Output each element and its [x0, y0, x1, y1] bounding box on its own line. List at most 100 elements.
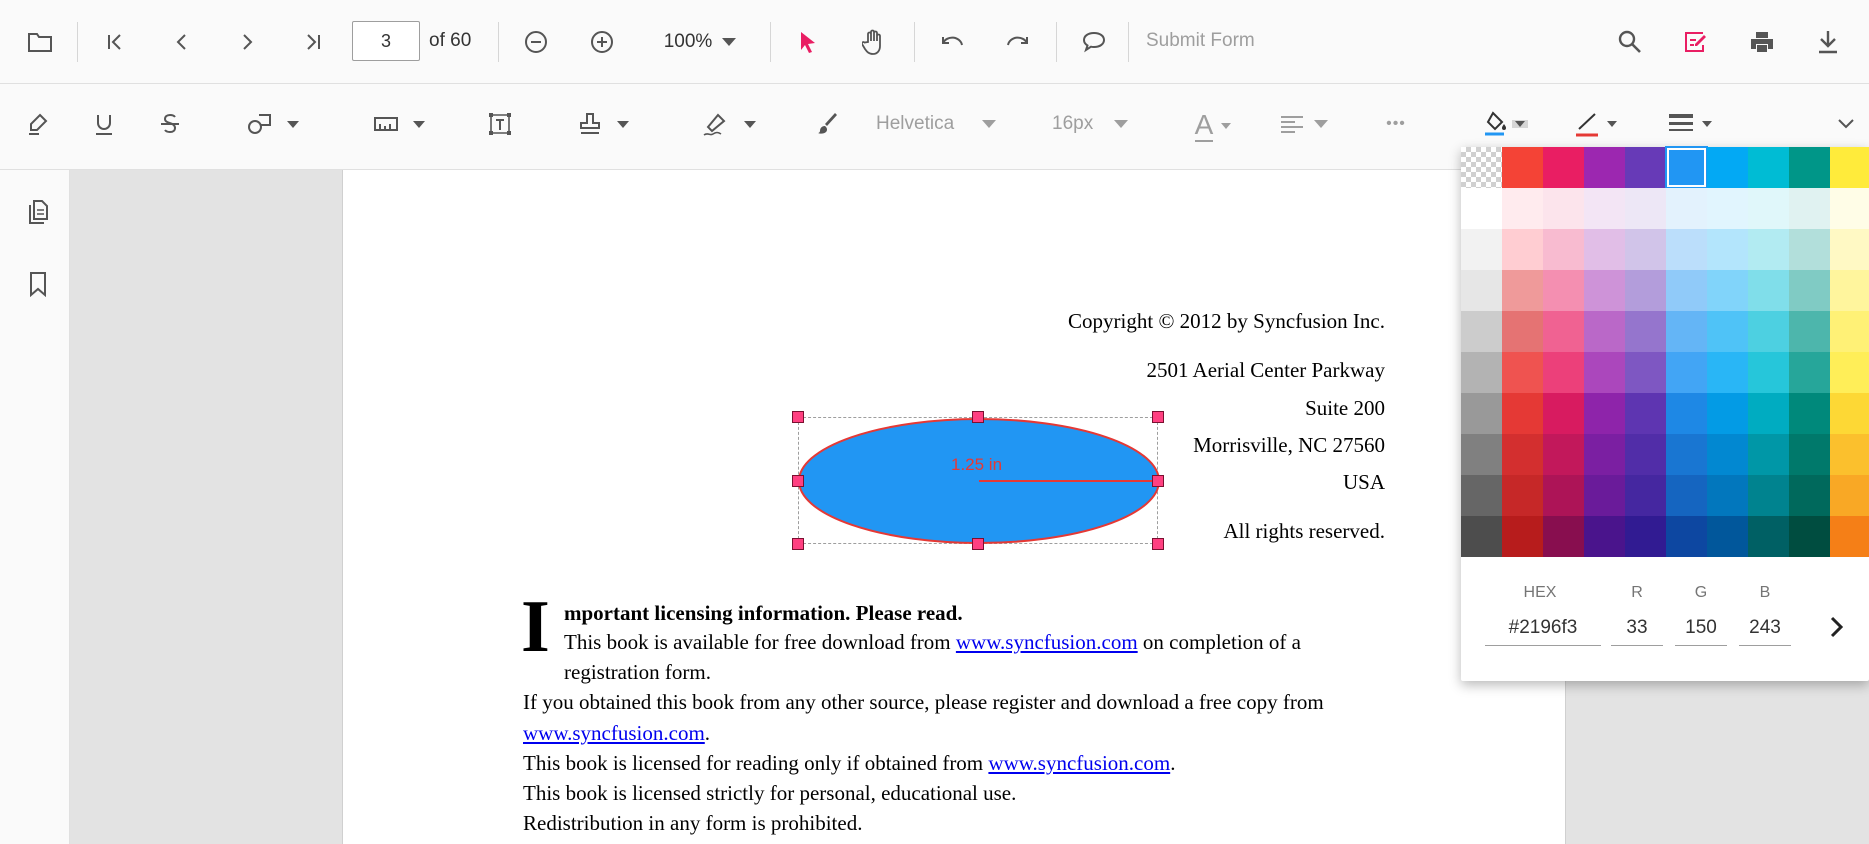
signature-tool-dropdown[interactable]	[694, 104, 764, 144]
strikethrough-icon[interactable]	[150, 104, 190, 144]
color-swatch[interactable]	[1748, 352, 1789, 393]
color-swatch[interactable]	[1502, 229, 1543, 270]
color-swatch[interactable]	[1625, 393, 1666, 434]
hex-input[interactable]: #2196f3	[1485, 617, 1601, 646]
color-swatch[interactable]	[1707, 270, 1748, 311]
font-color-dropdown[interactable]: A	[1188, 104, 1238, 148]
first-page-icon[interactable]	[95, 22, 135, 62]
color-swatch[interactable]	[1748, 393, 1789, 434]
color-swatch[interactable]	[1625, 352, 1666, 393]
r-input[interactable]: 33	[1611, 617, 1663, 646]
color-swatch[interactable]	[1830, 311, 1869, 352]
bookmark-icon[interactable]	[18, 264, 58, 304]
color-swatch[interactable]	[1543, 188, 1584, 229]
pan-tool-icon[interactable]	[854, 22, 894, 62]
color-swatch[interactable]	[1830, 352, 1869, 393]
color-swatch[interactable]	[1748, 229, 1789, 270]
color-swatch[interactable]	[1830, 270, 1869, 311]
resize-handle-right[interactable]	[1152, 475, 1164, 487]
color-swatch[interactable]	[1584, 434, 1625, 475]
color-swatch[interactable]	[1584, 188, 1625, 229]
color-swatch[interactable]	[1461, 311, 1502, 352]
ink-brush-icon[interactable]	[808, 104, 848, 144]
color-swatch[interactable]	[1543, 270, 1584, 311]
text-align-dropdown[interactable]	[1274, 104, 1334, 144]
color-swatch[interactable]	[1625, 147, 1666, 188]
zoom-out-icon[interactable]	[516, 22, 556, 62]
color-swatch[interactable]	[1666, 270, 1707, 311]
color-swatch[interactable]	[1707, 434, 1748, 475]
color-swatch[interactable]	[1543, 393, 1584, 434]
color-swatch[interactable]	[1830, 188, 1869, 229]
color-swatch[interactable]	[1707, 188, 1748, 229]
resize-handle-bottom-right[interactable]	[1152, 538, 1164, 550]
color-swatch[interactable]	[1789, 188, 1830, 229]
resize-handle-left[interactable]	[792, 475, 804, 487]
font-family-dropdown[interactable]: Helvetica	[876, 104, 1006, 144]
color-swatch[interactable]	[1748, 475, 1789, 516]
color-swatch[interactable]	[1666, 475, 1707, 516]
resize-handle-top-left[interactable]	[792, 411, 804, 423]
color-swatch[interactable]	[1748, 516, 1789, 557]
color-swatch[interactable]	[1666, 516, 1707, 557]
color-swatch[interactable]	[1584, 270, 1625, 311]
color-swatch[interactable]	[1707, 352, 1748, 393]
color-swatch[interactable]	[1789, 393, 1830, 434]
color-swatch[interactable]	[1666, 147, 1707, 188]
color-swatch[interactable]	[1707, 147, 1748, 188]
zoom-dropdown[interactable]: 100%	[650, 22, 750, 62]
chevron-right-icon[interactable]	[1817, 607, 1857, 647]
color-swatch[interactable]	[1625, 229, 1666, 270]
color-swatch[interactable]	[1543, 516, 1584, 557]
color-swatch[interactable]	[1830, 229, 1869, 270]
color-swatch[interactable]	[1748, 434, 1789, 475]
color-swatch[interactable]	[1748, 270, 1789, 311]
b-input[interactable]: 243	[1739, 617, 1791, 646]
color-swatch[interactable]	[1625, 311, 1666, 352]
redo-icon[interactable]	[998, 22, 1038, 62]
previous-page-icon[interactable]	[162, 22, 202, 62]
collapse-toolbar-icon[interactable]	[1828, 104, 1864, 144]
color-swatch[interactable]	[1502, 188, 1543, 229]
comment-icon[interactable]	[1074, 22, 1114, 62]
color-swatch[interactable]	[1666, 434, 1707, 475]
color-swatch[interactable]	[1625, 434, 1666, 475]
color-swatch[interactable]	[1461, 516, 1502, 557]
color-swatch[interactable]	[1789, 516, 1830, 557]
color-swatch[interactable]	[1830, 434, 1869, 475]
selection-tool-icon[interactable]	[788, 22, 828, 62]
color-swatch[interactable]	[1502, 434, 1543, 475]
color-swatch[interactable]	[1789, 229, 1830, 270]
last-page-icon[interactable]	[293, 22, 333, 62]
color-swatch[interactable]	[1502, 270, 1543, 311]
color-swatch[interactable]	[1789, 147, 1830, 188]
highlight-icon[interactable]	[18, 104, 58, 144]
color-swatch[interactable]	[1461, 270, 1502, 311]
color-swatch[interactable]	[1748, 311, 1789, 352]
stroke-thickness-dropdown[interactable]	[1660, 104, 1720, 144]
ellipse-annotation[interactable]	[798, 417, 1160, 546]
color-swatch[interactable]	[1461, 434, 1502, 475]
color-swatch[interactable]	[1830, 475, 1869, 516]
open-file-icon[interactable]	[20, 22, 60, 62]
print-icon[interactable]	[1742, 22, 1782, 62]
color-swatch[interactable]	[1789, 475, 1830, 516]
resize-handle-top-right[interactable]	[1152, 411, 1164, 423]
color-swatch[interactable]	[1625, 270, 1666, 311]
color-swatch[interactable]	[1502, 516, 1543, 557]
color-swatch[interactable]	[1748, 188, 1789, 229]
color-swatch[interactable]	[1707, 229, 1748, 270]
submit-form-button[interactable]: Submit Form	[1146, 30, 1255, 52]
resize-handle-bottom-left[interactable]	[792, 538, 804, 550]
color-swatch[interactable]	[1789, 311, 1830, 352]
color-swatch[interactable]	[1625, 516, 1666, 557]
color-swatch[interactable]	[1543, 229, 1584, 270]
undo-icon[interactable]	[932, 22, 972, 62]
download-icon[interactable]	[1808, 22, 1848, 62]
edit-annotation-icon[interactable]	[1676, 22, 1716, 62]
color-swatch[interactable]	[1666, 188, 1707, 229]
color-swatch[interactable]	[1584, 352, 1625, 393]
color-swatch[interactable]	[1584, 147, 1625, 188]
color-swatch[interactable]	[1502, 352, 1543, 393]
color-swatch[interactable]	[1543, 352, 1584, 393]
